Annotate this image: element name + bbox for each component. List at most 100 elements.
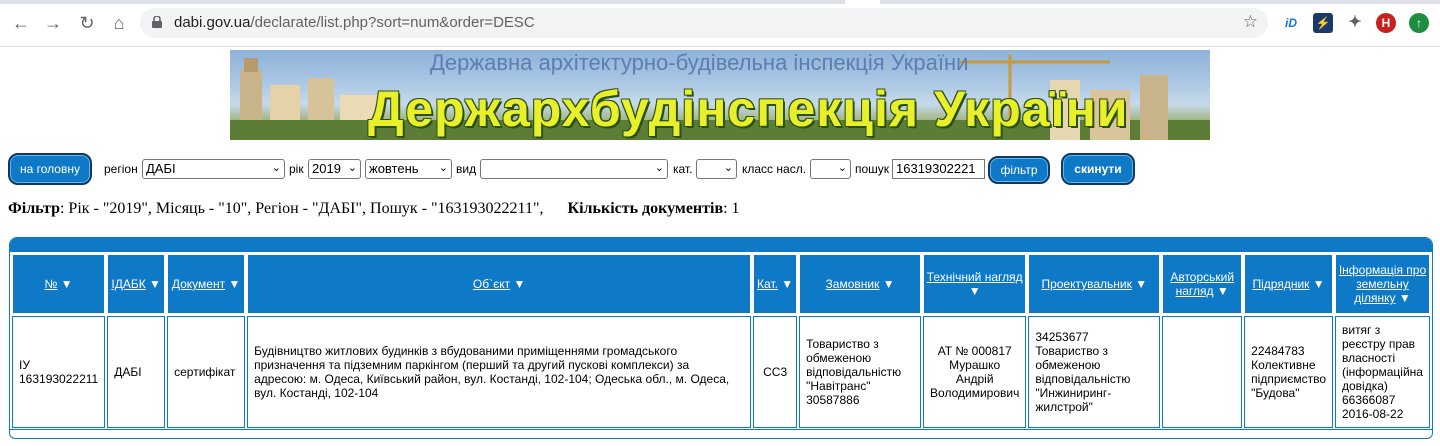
region-select-value: ДАБІ [146,161,176,176]
class-label: класс насл. [742,162,807,176]
filter-summary: Фільтр: Рік - "2019", Місяць - "10", Рег… [8,200,740,218]
cell-tech-supervision: АТ № 000817 Мурашко Андрій Володимирович [923,316,1027,428]
banner-title: Держархбудінспекція України [368,81,1129,137]
sort-arrow-icon[interactable]: ▼ [781,277,793,291]
puzzle-icon[interactable]: ✦ [1345,13,1365,33]
year-label: рік [289,162,304,176]
chevron-down-icon: ⌄ [723,162,733,174]
sort-arrow-icon[interactable]: ▼ [149,277,161,291]
forward-icon[interactable]: → [42,12,64,34]
table-bottom-bar [10,429,1432,438]
results-table-container: № ▼ ІДАБК ▼ Документ ▼ Об`єкт ▼ Кат. ▼ З… [9,237,1433,439]
table-top-bar [10,238,1432,252]
column-header-document[interactable]: Документ ▼ [167,254,246,314]
address-bar[interactable]: dabi.gov.ua/declarate/list.php?sort=num&… [140,8,1268,38]
column-header-object[interactable]: Об`єкт ▼ [247,254,752,314]
column-header-tech-supervision-label[interactable]: Технічний нагляд [927,270,1023,284]
cell-contractor: 22484783 Колективне підприємство "Будова… [1244,316,1333,428]
sort-arrow-icon[interactable]: ▼ [969,284,981,298]
column-header-customer[interactable]: Замовник ▼ [799,254,922,314]
column-header-idabk[interactable]: ІДАБК ▼ [107,254,166,314]
cell-author-supervision [1162,316,1243,428]
reset-button[interactable]: скинути [1061,153,1135,185]
cell-land-info: витяг з реєстру прав власності (інформац… [1334,316,1430,428]
sort-arrow-icon[interactable]: ▼ [228,277,240,291]
year-select-value: 2019 [312,161,341,176]
filter-summary-label: Фільтр [8,200,60,217]
sort-arrow-icon[interactable]: ▼ [883,277,895,291]
sort-arrow-icon[interactable]: ▼ [1399,291,1411,305]
cell-customer: Товариство з обмеженою відповідальністю … [799,316,922,428]
home-button[interactable]: на головну [8,153,92,185]
column-header-land-info-label[interactable]: Інформація про земельну ділянку [1339,263,1426,305]
chevron-down-icon: ⌄ [271,162,281,174]
reload-icon[interactable]: ↻ [76,12,98,34]
cell-category: СС3 [753,316,798,428]
table-header-row: № ▼ ІДАБК ▼ Документ ▼ Об`єкт ▼ Кат. ▼ З… [12,254,1430,314]
url-path: /declarate/list.php?sort=num&order=DESC [250,14,535,31]
results-table: № ▼ ІДАБК ▼ Документ ▼ Об`єкт ▼ Кат. ▼ З… [10,252,1432,430]
url-text: dabi.gov.ua/declarate/list.php?sort=num&… [174,14,535,31]
id-extension-icon[interactable]: iD [1281,13,1301,33]
cell-document: сертифікат [167,316,246,428]
extension-icon[interactable]: ⚡ [1313,13,1333,33]
cell-number: ІУ 163193022211 [12,316,106,428]
sort-arrow-icon[interactable]: ▼ [61,277,73,291]
column-header-idabk-label[interactable]: ІДАБК [111,277,145,291]
column-header-object-label[interactable]: Об`єкт [473,277,510,291]
table-row: ІУ 163193022211 ДАБІ сертифікат Будівниц… [12,316,1430,428]
sort-arrow-icon[interactable]: ▼ [1135,277,1147,291]
update-icon[interactable]: ↑ [1409,13,1429,33]
document-count-label: Кількість документів [567,200,724,217]
search-input[interactable]: 16319302221 [892,159,985,179]
type-select[interactable]: ⌄ [480,159,668,179]
chevron-down-icon: ⌄ [438,162,448,174]
column-header-designer-label[interactable]: Проектувальник [1041,277,1131,291]
bookmark-star-icon[interactable]: ☆ [1243,12,1258,32]
column-header-contractor-label[interactable]: Підрядник [1253,277,1310,291]
chevron-down-icon: ⌄ [837,162,847,174]
column-header-customer-label[interactable]: Замовник [826,277,880,291]
filter-summary-text: : Рік - "2019", Місяць - "10", Регіон - … [59,200,544,217]
tab-strip [0,0,845,4]
region-select[interactable]: ДАБІ ⌄ [142,159,285,179]
sort-arrow-icon[interactable]: ▼ [1217,284,1229,298]
back-icon[interactable]: ← [10,12,32,34]
url-host: dabi.gov.ua [174,14,251,31]
class-select[interactable]: ⌄ [810,159,851,179]
column-header-contractor[interactable]: Підрядник ▼ [1244,254,1333,314]
chevron-down-icon: ⌄ [347,162,357,174]
column-header-number-label[interactable]: № [45,277,58,291]
column-header-document-label[interactable]: Документ [172,277,225,291]
month-select[interactable]: жовтень ⌄ [365,159,452,179]
cell-object: Будівництво житлових будинків з вбудован… [247,316,752,428]
cell-idabk: ДАБІ [107,316,166,428]
sort-arrow-icon[interactable]: ▼ [513,277,525,291]
type-label: вид [456,162,477,176]
browser-toolbar: ← → ↻ ⌂ dabi.gov.ua/declarate/list.php?s… [0,0,1440,47]
home-icon[interactable]: ⌂ [108,12,130,34]
profile-avatar[interactable]: H [1376,13,1396,33]
site-banner: Державна архітектурно-будівельна інспекц… [230,50,1210,140]
category-label: кат. [673,162,693,176]
chevron-down-icon: ⌄ [654,162,664,174]
tab-strip-right [880,0,1440,4]
search-label: пошук [855,162,890,176]
column-header-author-supervision[interactable]: Авторський нагляд ▼ [1162,254,1243,314]
lock-icon [152,16,162,28]
column-header-category-label[interactable]: Кат. [757,277,778,291]
column-header-category[interactable]: Кат. ▼ [753,254,798,314]
sort-arrow-icon[interactable]: ▼ [1313,277,1325,291]
cell-designer: 34253677 Товариство з обмеженою відповід… [1028,316,1161,428]
region-label: регіон [104,162,138,176]
column-header-designer[interactable]: Проектувальник ▼ [1028,254,1161,314]
month-select-value: жовтень [369,161,419,176]
column-header-number[interactable]: № ▼ [12,254,106,314]
filter-button[interactable]: фільтр [988,156,1050,184]
document-count-value: : 1 [723,200,740,217]
column-header-land-info[interactable]: Інформація про земельну ділянку ▼ [1334,254,1430,314]
category-select[interactable]: ⌄ [696,159,737,179]
year-select[interactable]: 2019 ⌄ [308,159,361,179]
column-header-tech-supervision[interactable]: Технічний нагляд ▼ [923,254,1027,314]
banner-subtitle: Державна архітектурно-будівельна інспекц… [430,50,969,75]
